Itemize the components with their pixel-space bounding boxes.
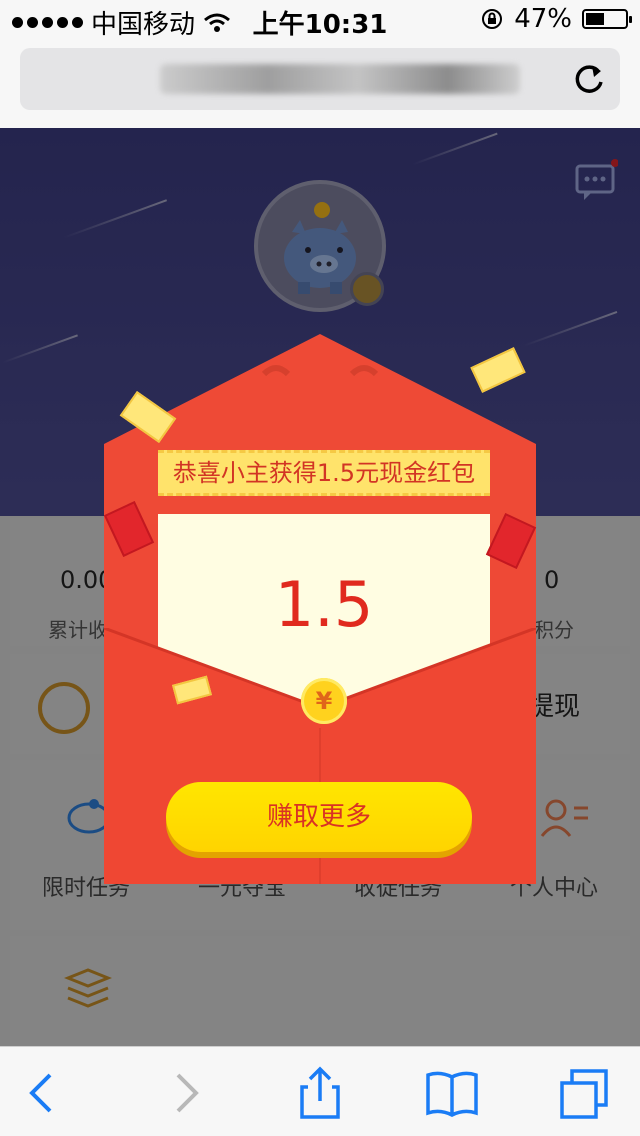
status-right: 47% bbox=[480, 4, 632, 34]
url-field[interactable] bbox=[20, 48, 620, 110]
battery-percent: 47% bbox=[514, 4, 572, 34]
battery-icon bbox=[582, 9, 632, 29]
browser-address-bar bbox=[0, 40, 640, 128]
earn-more-button[interactable]: 赚取更多 bbox=[166, 782, 472, 852]
tabs-icon[interactable] bbox=[556, 1065, 612, 1121]
red-envelope-modal: 恭喜小主获得1.5元现金红包 1.5 ¥ 赚取更多 bbox=[0, 128, 640, 1046]
coin-icon: ¥ bbox=[301, 678, 347, 724]
web-page: 0.00 累计收 0 积分 提现 限时任务 一元夺宝 收徒任务 个人中心 恭喜小… bbox=[0, 128, 640, 1046]
url-redacted bbox=[160, 64, 520, 94]
share-icon[interactable] bbox=[292, 1065, 348, 1121]
forward-icon[interactable] bbox=[156, 1065, 212, 1121]
bookmarks-icon[interactable] bbox=[424, 1065, 480, 1121]
status-bar: 中国移动 上午10:31 47% bbox=[0, 0, 640, 40]
rotation-lock-icon bbox=[482, 9, 503, 29]
congrats-banner: 恭喜小主获得1.5元现金红包 bbox=[158, 450, 490, 496]
battery-level bbox=[586, 13, 604, 25]
browser-toolbar bbox=[0, 1046, 640, 1136]
back-icon[interactable] bbox=[16, 1065, 72, 1121]
reload-icon[interactable] bbox=[568, 58, 610, 100]
